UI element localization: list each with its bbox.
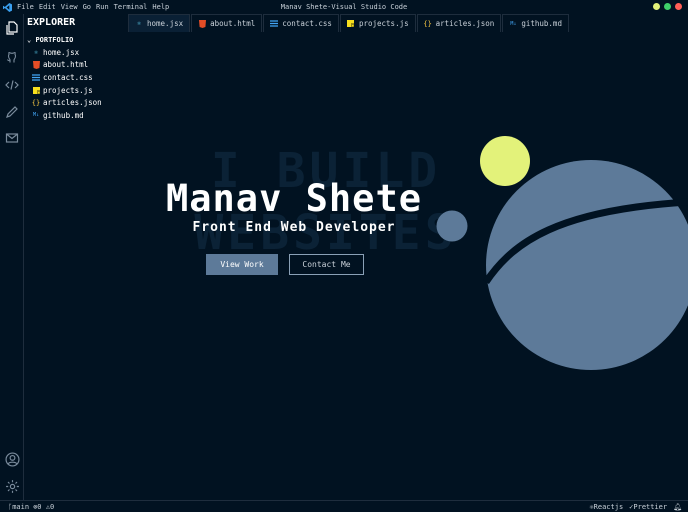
close-button[interactable] xyxy=(675,3,682,10)
menu-go[interactable]: Go xyxy=(83,3,91,11)
js-icon: JS xyxy=(347,20,355,28)
react-icon: ⚛ xyxy=(34,48,38,56)
tab-home-jsx[interactable]: ⚛ home.jsx xyxy=(128,14,191,32)
settings-gear-icon[interactable] xyxy=(4,478,20,494)
menu-run[interactable]: Run xyxy=(96,3,109,11)
file-articles-json[interactable]: {} articles.json xyxy=(24,96,128,109)
tab-label: about.html xyxy=(210,19,256,28)
explorer-title: EXPLORER xyxy=(27,17,76,28)
menu-bar: File Edit View Go Run Terminal Help xyxy=(17,3,169,11)
menu-view[interactable]: View xyxy=(61,3,78,11)
contact-me-button[interactable]: Contact Me xyxy=(289,254,364,275)
file-label: about.html xyxy=(43,60,89,70)
menu-terminal[interactable]: Terminal xyxy=(114,3,148,11)
js-icon: JS xyxy=(32,86,40,94)
vscode-logo-icon xyxy=(0,0,14,14)
css-icon xyxy=(32,73,40,81)
file-label: articles.json xyxy=(43,98,102,108)
json-icon: {} xyxy=(31,98,41,107)
file-label: github.md xyxy=(43,110,84,120)
svg-text:JS: JS xyxy=(35,89,39,94)
folder-label: PORTFOLIO xyxy=(35,36,74,44)
menu-file[interactable]: File xyxy=(17,3,34,11)
tab-label: github.md xyxy=(521,19,562,28)
formatter-label: Prettier xyxy=(633,502,668,511)
account-icon[interactable] xyxy=(4,451,20,467)
files-icon[interactable] xyxy=(4,20,20,36)
problems-indicator[interactable]: ⊗0 ⚠0 xyxy=(33,503,54,511)
notification-bell-icon[interactable]: 🔔︎ xyxy=(673,503,682,511)
status-bar: ᚴmain ⊗0 ⚠0 ⚛Reactjs ✓Prettier 🔔︎ xyxy=(0,500,688,512)
react-icon: ⚛ xyxy=(137,20,141,27)
file-label: contact.css xyxy=(43,72,93,82)
file-github-md[interactable]: M↓ github.md xyxy=(24,109,128,122)
activity-bar xyxy=(0,14,24,500)
markdown-icon: M↓ xyxy=(510,20,517,27)
window-controls xyxy=(653,3,682,10)
maximize-button[interactable] xyxy=(664,3,671,10)
title-bar: File Edit View Go Run Terminal Help Mana… xyxy=(0,0,688,14)
branch-indicator[interactable]: ᚴmain xyxy=(8,503,29,511)
html-icon xyxy=(198,19,206,28)
large-circle xyxy=(486,160,688,370)
minimize-button[interactable] xyxy=(653,3,660,10)
file-label: projects.js xyxy=(43,85,93,95)
error-count: 0 xyxy=(37,502,42,511)
tab-projects-js[interactable]: JS projects.js xyxy=(339,14,416,32)
menu-edit[interactable]: Edit xyxy=(39,3,56,11)
tab-articles-json[interactable]: {} articles.json xyxy=(416,14,502,32)
tab-label: articles.json xyxy=(435,19,495,28)
editor-tabs: ⚛ home.jsx about.html contact.css JS pro… xyxy=(128,14,570,32)
warning-count: 0 xyxy=(49,502,55,511)
tab-label: contact.css xyxy=(282,19,332,28)
hero-section: I BUILD WEBSITES Manav Shete Front End W… xyxy=(128,32,688,500)
framework-indicator[interactable]: ⚛Reactjs xyxy=(589,503,623,511)
file-home-jsx[interactable]: ⚛ home.jsx xyxy=(24,46,128,59)
view-work-button[interactable]: View Work xyxy=(206,254,278,275)
markdown-icon: M↓ xyxy=(32,112,40,119)
tab-github-md[interactable]: M↓ github.md xyxy=(502,14,569,32)
svg-text:JS: JS xyxy=(350,23,354,28)
chevron-down-icon: ⌄ xyxy=(27,36,32,44)
file-contact-css[interactable]: contact.css xyxy=(24,71,128,84)
accent-circle xyxy=(480,136,530,186)
html-icon xyxy=(32,60,40,69)
mail-icon[interactable] xyxy=(4,130,20,146)
file-label: home.jsx xyxy=(43,47,80,57)
framework-label: Reactjs xyxy=(593,502,624,511)
github-icon[interactable] xyxy=(4,49,20,65)
branch-name: main xyxy=(12,502,30,511)
code-icon[interactable] xyxy=(4,77,20,93)
pencil-icon[interactable] xyxy=(4,104,20,120)
hero-name: Manav Shete xyxy=(165,177,423,220)
tab-label: home.jsx xyxy=(147,19,184,28)
formatter-indicator[interactable]: ✓Prettier xyxy=(629,503,667,511)
file-about-html[interactable]: about.html xyxy=(24,59,128,72)
css-icon xyxy=(270,20,279,28)
tab-contact-css[interactable]: contact.css xyxy=(263,14,339,32)
hero-role: Front End Web Developer xyxy=(192,220,396,235)
json-icon: {} xyxy=(423,19,432,28)
folder-portfolio[interactable]: ⌄ PORTFOLIO xyxy=(24,34,128,46)
explorer-panel: EXPLORER ⌄ PORTFOLIO ⚛ home.jsx about.ht… xyxy=(24,14,128,500)
menu-help[interactable]: Help xyxy=(152,3,169,11)
tab-about-html[interactable]: about.html xyxy=(191,14,263,32)
file-projects-js[interactable]: JS projects.js xyxy=(24,84,128,97)
tab-label: projects.js xyxy=(358,19,409,28)
